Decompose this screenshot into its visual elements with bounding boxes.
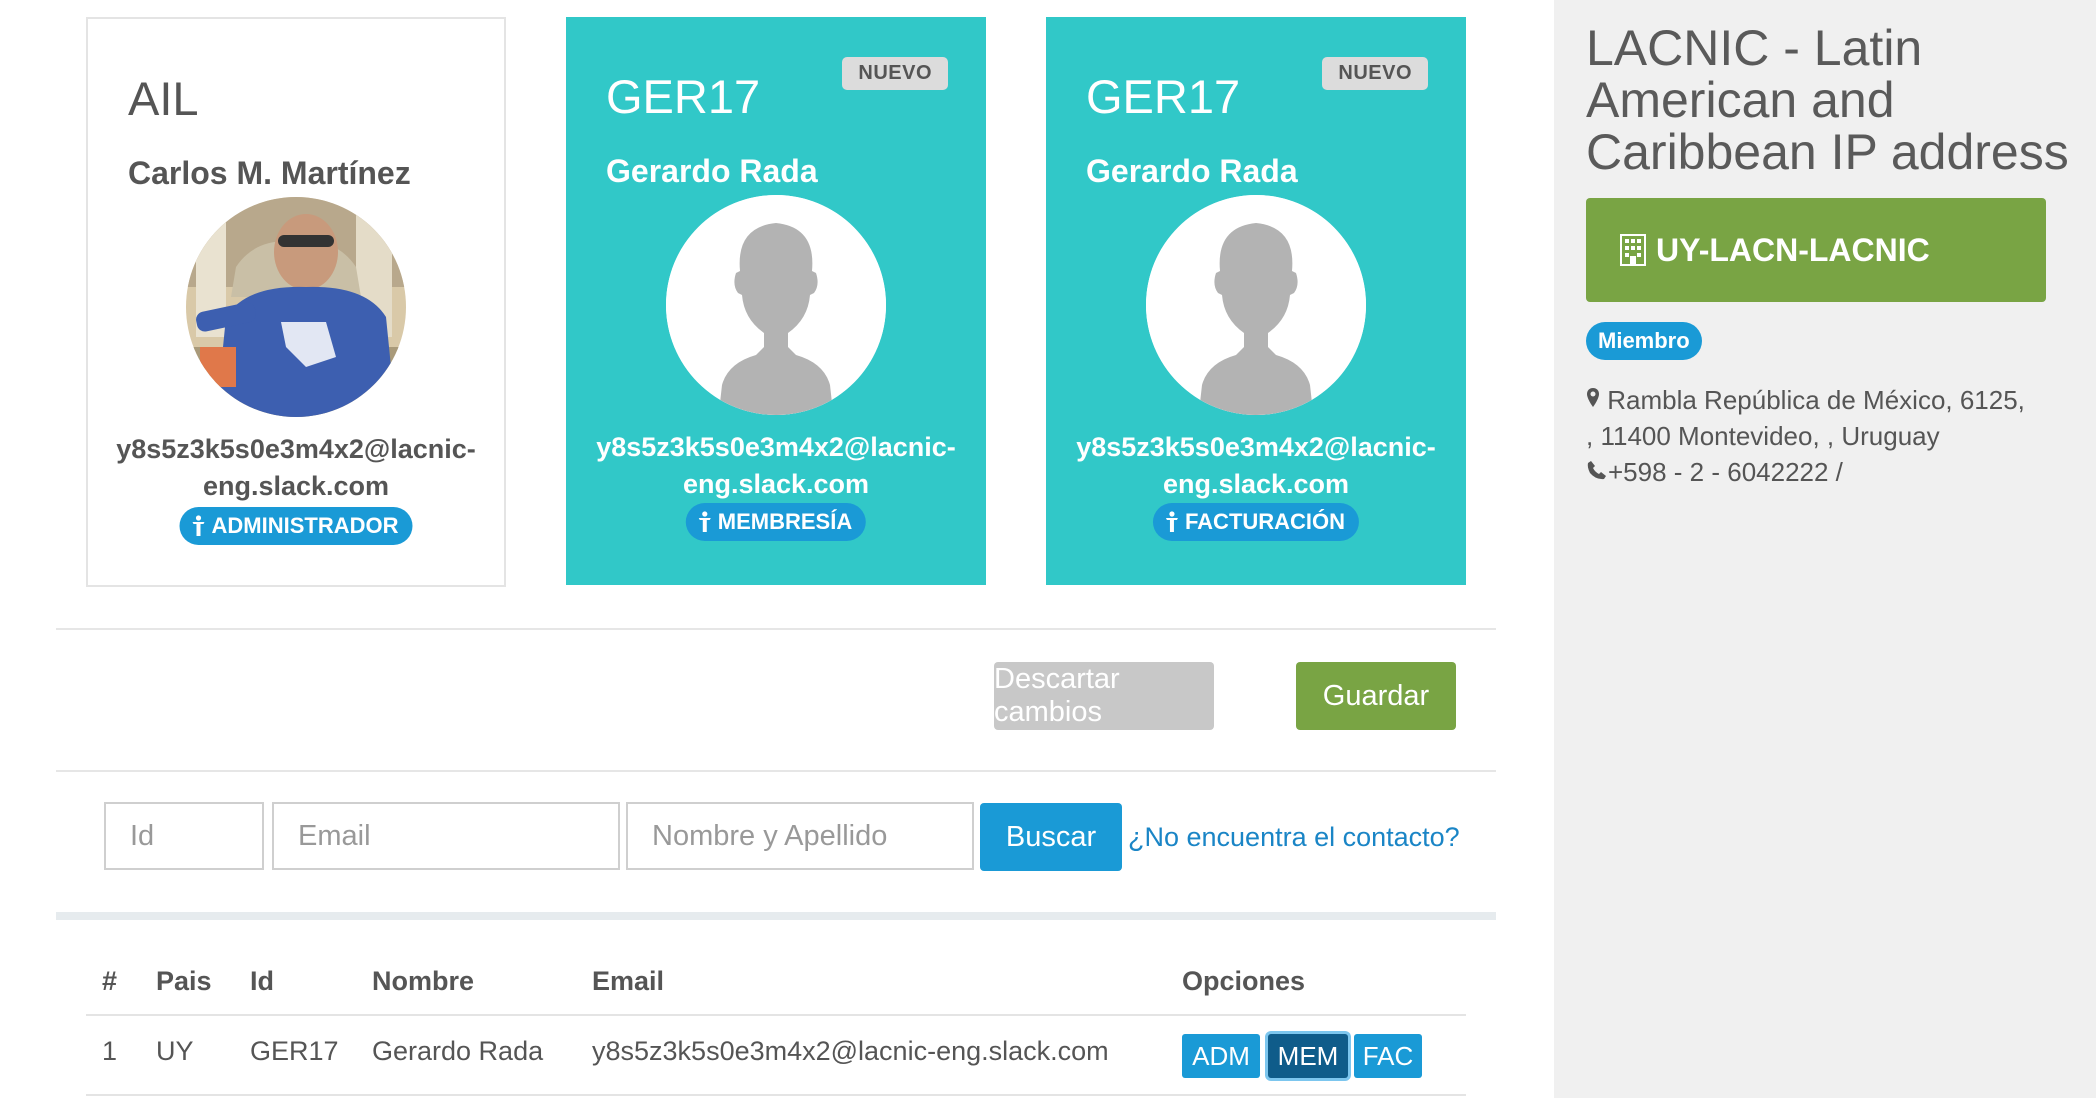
member-status-badge: Miembro [1586, 322, 1702, 360]
role-badge-billing[interactable]: FACTURACIÓN [1152, 503, 1360, 541]
role-badge-membership[interactable]: MEMBRESÍA [685, 503, 867, 541]
contact-not-found-link[interactable]: ¿No encuentra el contacto? [1128, 822, 1460, 853]
mem-option-button[interactable]: MEM [1268, 1034, 1348, 1078]
divider [56, 770, 1496, 772]
col-header-id: Id [250, 966, 274, 996]
col-header-email: Email [592, 966, 665, 996]
col-header-number: # [102, 966, 118, 996]
phone-number: +598 - 2 - 6042222 / [1608, 457, 1843, 487]
contact-id: GER17 [606, 70, 761, 123]
contact-id: AIL [128, 72, 199, 125]
address-line-1: Rambla República de México, 6125, [1607, 385, 2025, 415]
organization-handle-button[interactable]: UY-LACN-LACNIC [1586, 198, 2046, 302]
email-search-input[interactable] [272, 802, 620, 870]
contact-email: y8s5z3k5s0e3m4x2@lacnic-eng.slack.com [596, 432, 956, 499]
organization-sidebar: LACNIC - Latin American and Caribbean IP… [1554, 0, 2096, 1098]
divider [56, 628, 1496, 630]
new-badge: NUEVO [1322, 57, 1428, 90]
new-badge: NUEVO [842, 57, 948, 90]
contact-email: y8s5z3k5s0e3m4x2@lacnic-eng.slack.com [1076, 432, 1436, 499]
person-icon [698, 511, 711, 532]
role-label: MEMBRESÍA [717, 509, 853, 534]
role-badge-admin[interactable]: ADMINISTRADOR [179, 507, 413, 545]
cell-name: Gerardo Rada [372, 1036, 544, 1066]
fac-option-button[interactable]: FAC [1354, 1034, 1422, 1078]
contact-name: Gerardo Rada [1086, 153, 1298, 189]
organization-name: LACNIC - Latin American and Caribbean IP… [1586, 20, 2069, 180]
table-row-line [86, 1094, 1466, 1096]
default-avatar-icon [666, 195, 886, 415]
col-header-country: Pais [156, 966, 212, 996]
organization-handle: UY-LACN-LACNIC [1656, 231, 1930, 268]
col-header-options: Opciones [1182, 966, 1306, 996]
role-label: ADMINISTRADOR [211, 513, 399, 538]
cell-email: y8s5z3k5s0e3m4x2@lacnic-eng.slack.com [592, 1036, 1109, 1066]
adm-option-button[interactable]: ADM [1182, 1034, 1260, 1078]
contact-card-billing[interactable]: NUEVO GER17 Gerardo Rada y8s5z3k5s0e3m4x… [1046, 17, 1466, 585]
table-top-border [56, 912, 1496, 920]
avatar-photo [186, 197, 406, 417]
organization-address: Rambla República de México, 6125, , 1140… [1586, 382, 2066, 490]
contact-email: y8s5z3k5s0e3m4x2@lacnic-eng.slack.com [116, 434, 476, 501]
contact-name: Carlos M. Martínez [128, 155, 411, 191]
search-button[interactable]: Buscar [980, 803, 1122, 871]
person-icon [192, 515, 205, 536]
cell-id: GER17 [250, 1036, 339, 1066]
contact-card-membership[interactable]: NUEVO GER17 Gerardo Rada y8s5z3k5s0e3m4x… [566, 17, 986, 585]
contact-id: GER17 [1086, 70, 1241, 123]
map-marker-icon [1587, 388, 1599, 407]
cell-number: 1 [102, 1036, 118, 1066]
id-search-input[interactable] [104, 802, 264, 870]
discard-changes-button[interactable]: Descartar cambios [994, 662, 1214, 730]
save-button[interactable]: Guardar [1296, 662, 1456, 730]
contact-card-admin[interactable]: AIL Carlos M. Martínez y8s5z3k5s0e3m4x2@… [86, 17, 506, 587]
address-line-2: , 11400 Montevideo, , Uruguay [1586, 421, 1940, 451]
building-icon [1620, 234, 1646, 266]
name-search-input[interactable] [626, 802, 974, 870]
person-icon [1165, 511, 1178, 532]
phone-icon [1587, 461, 1606, 480]
col-header-name: Nombre [372, 966, 475, 996]
table-header-line [86, 1014, 1466, 1016]
default-avatar-icon [1146, 195, 1366, 415]
contact-name: Gerardo Rada [606, 153, 818, 189]
cell-country: UY [156, 1036, 194, 1066]
role-label: FACTURACIÓN [1184, 509, 1346, 534]
